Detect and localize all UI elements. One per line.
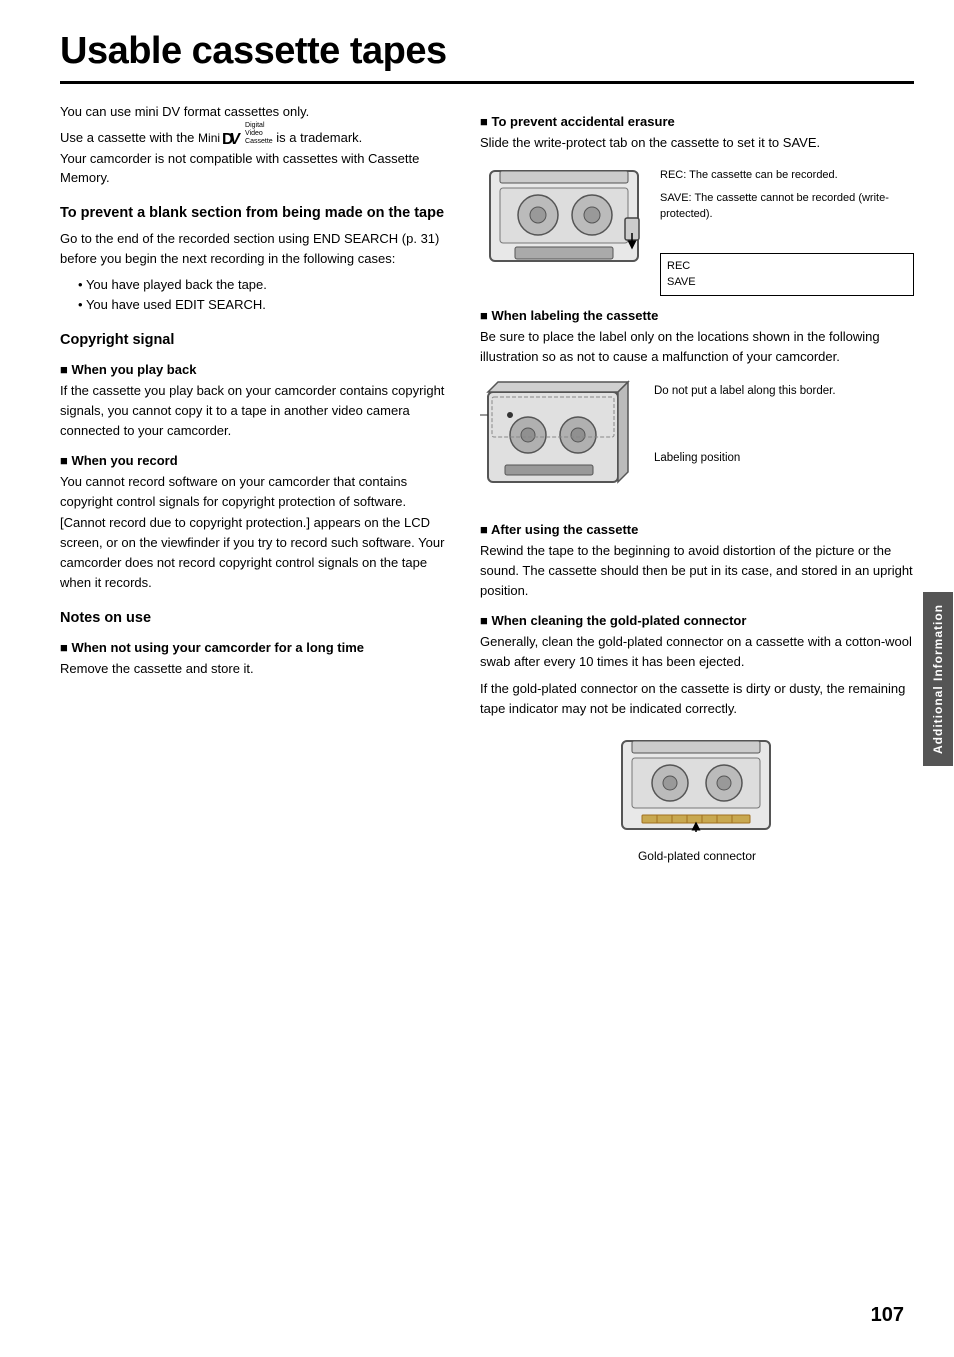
intro-text-4: Your camcorder is not compatible with ca…: [60, 151, 419, 186]
intro-text-2: Use a cassette with the: [60, 130, 194, 145]
save-label: SAVE: [667, 276, 696, 288]
intro-text-1: You can use mini DV format cassettes onl…: [60, 104, 309, 119]
section2-heading: Copyright signal: [60, 331, 450, 350]
page-title: Usable cassette tapes: [60, 30, 914, 84]
subsec-playback-heading: When you play back: [60, 362, 450, 377]
subsec-after-body: Rewind the tape to the beginning to avoi…: [480, 541, 914, 601]
section1-body: Go to the end of the recorded section us…: [60, 229, 450, 269]
gold-connector-label: Gold-plated connector: [480, 847, 914, 866]
subsec-labeling-body: Be sure to place the label only on the l…: [480, 327, 914, 367]
rec-save-box: REC SAVE: [660, 253, 914, 296]
section1-bullets: You have played back the tape. You have …: [70, 275, 450, 315]
section1-heading: To prevent a blank section from being ma…: [60, 204, 450, 223]
cassette-label-diagram: Do not put a label along this border. La…: [480, 377, 914, 510]
subsec-cleaning-heading: When cleaning the gold-plated connector: [480, 613, 914, 628]
label-position-note: Labeling position: [654, 450, 914, 467]
label-border-note: Do not put a label along this border.: [654, 383, 914, 400]
subsec-cleaning-body2: If the gold-plated connector on the cass…: [480, 679, 914, 719]
subsec-erasure-heading: To prevent accidental erasure: [480, 114, 914, 129]
intro-paragraph: You can use mini DV format cassettes onl…: [60, 102, 450, 188]
section3-heading: Notes on use: [60, 609, 450, 628]
dv-small-text: DigitalVideoCassette: [245, 122, 273, 147]
rec-desc: REC: The cassette can be recorded.: [660, 167, 914, 184]
left-column: You can use mini DV format cassettes onl…: [60, 102, 450, 872]
subsec-labeling-heading: When labeling the cassette: [480, 308, 914, 323]
right-column: To prevent accidental erasure Slide the …: [480, 102, 914, 872]
dv-logo: Mini D V DigitalVideoCassette: [198, 122, 273, 147]
subsec-playback-body: If the cassette you play back on your ca…: [60, 381, 450, 441]
subsec-notusing-heading: When not using your camcorder for a long…: [60, 640, 450, 655]
page: Usable cassette tapes You can use mini D…: [0, 0, 954, 1357]
rec-label: REC: [667, 260, 690, 272]
svg-text:V: V: [228, 130, 241, 147]
sidebar-additional-info: Additional Information: [922, 0, 954, 1357]
subsec-cleaning-body1: Generally, clean the gold-plated connect…: [480, 632, 914, 672]
sidebar-label: Additional Information: [923, 592, 953, 766]
save-desc: SAVE: The cassette cannot be recorded (w…: [660, 190, 914, 223]
cassette-label-svg: [480, 377, 640, 510]
subsec-record-heading: When you record: [60, 453, 450, 468]
cassette-rec-save-area: REC: The cassette can be recorded. SAVE:…: [660, 163, 914, 296]
subsec-erasure-body: Slide the write-protect tab on the casse…: [480, 133, 914, 153]
subsec-after-heading: After using the cassette: [480, 522, 914, 537]
dv-mini-icon: D V: [222, 129, 244, 147]
cassette-top-svg: [480, 163, 650, 276]
bullet-2: You have used EDIT SEARCH.: [70, 295, 450, 315]
subsec-record-body: You cannot record software on your camco…: [60, 472, 450, 593]
subsec-notusing-body: Remove the cassette and store it.: [60, 659, 450, 679]
page-number: 107: [871, 1304, 904, 1327]
label-annotations: Do not put a label along this border. La…: [654, 377, 914, 474]
dv-mini-label: Mini: [198, 129, 220, 147]
cassette-bottom-diagram: Gold-plated connector: [480, 733, 914, 866]
cassette-diagram-top: REC: The cassette can be recorded. SAVE:…: [480, 163, 914, 296]
intro-text-3: is a trademark.: [276, 130, 362, 145]
bullet-1: You have played back the tape.: [70, 275, 450, 295]
